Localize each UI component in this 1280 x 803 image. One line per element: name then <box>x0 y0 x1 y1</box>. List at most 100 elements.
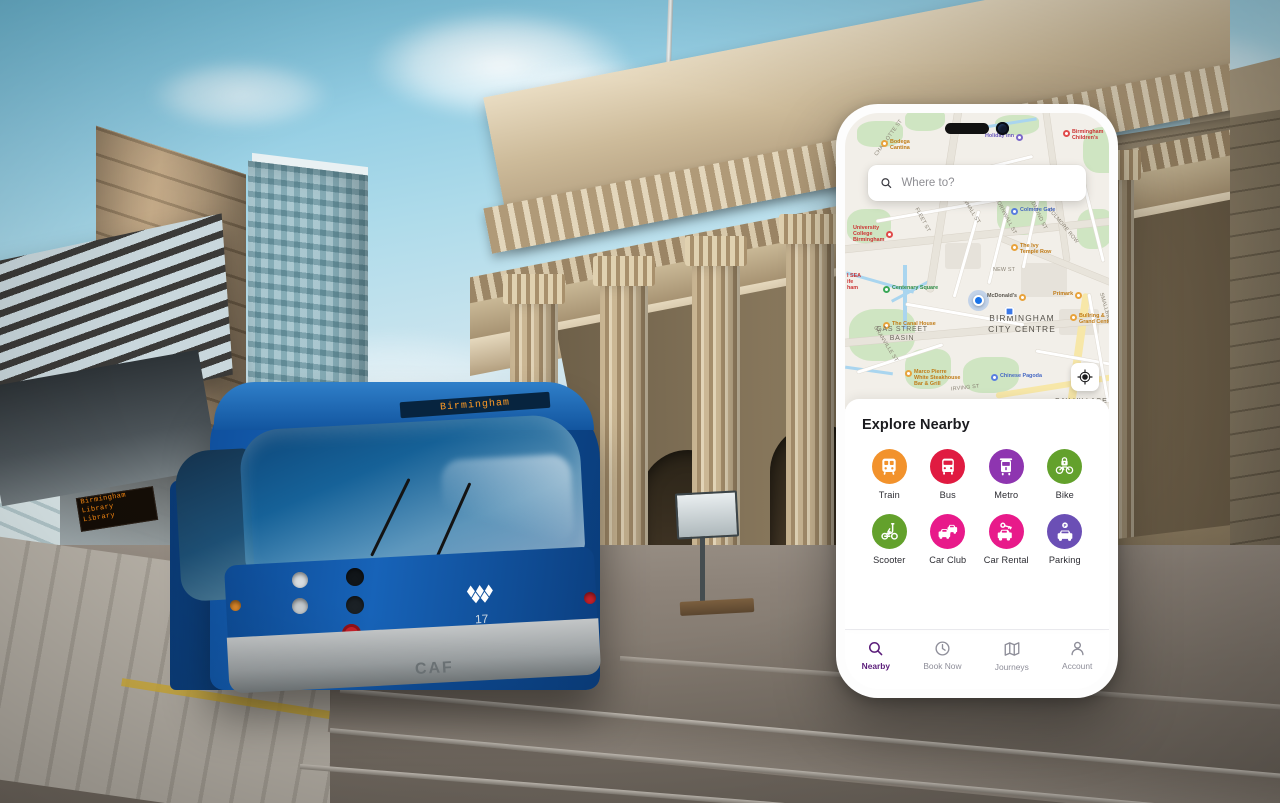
sign-post <box>700 536 705 606</box>
poi-label: Children's <box>1072 135 1099 141</box>
metro-icon <box>1000 457 1013 475</box>
explore-tile-train[interactable]: Train <box>862 449 917 500</box>
poi-label: Centenary Square <box>892 285 939 291</box>
poi-label: Bar & Grill <box>914 381 941 387</box>
front-camera-icon <box>996 122 1009 135</box>
tram-lamp-dark <box>346 596 364 614</box>
map-poi-mcdonalds[interactable]: McDonald's <box>987 293 1027 301</box>
tile-label: Metro <box>994 490 1019 500</box>
explore-tile-bike[interactable]: Bike <box>1038 449 1093 500</box>
poi-label: Grand Centr <box>1079 319 1109 325</box>
map-canal <box>903 265 907 329</box>
parking-icon-circle: P <box>1047 514 1083 549</box>
bus-icon-circle <box>930 449 966 484</box>
tram-headlamp <box>292 598 308 614</box>
speaker-slot-icon <box>945 123 989 134</box>
metro-icon-circle <box>988 449 1024 484</box>
car-club-icon-circle <box>930 514 966 549</box>
nav-item-account[interactable]: Account <box>1062 640 1092 671</box>
explore-tile-metro[interactable]: Metro <box>979 449 1034 500</box>
map-poi-marco-pierre-white[interactable]: Marco Pierre White Steakhouse Bar & Gril… <box>905 369 960 387</box>
map-poi-university-college[interactable]: University College Birmingham <box>853 225 894 243</box>
tile-label: Bus <box>939 490 956 500</box>
bottom-navigation-bar: Nearby Book Now Journeys Account <box>845 629 1109 689</box>
map-city-label: BIRMINGHAM CITY CENTRE <box>967 313 1077 335</box>
map-view[interactable]: CHARLOTTE ST FLEET ST NEWHALL ST CORNWAL… <box>845 113 1109 409</box>
locate-crosshair-icon <box>1077 369 1093 385</box>
map-transit-marker[interactable] <box>1005 307 1014 316</box>
explore-tiles-grid: Train Bus Metro Bike Scooter Car Club Ca… <box>862 449 1092 565</box>
phone-mockup: CHARLOTTE ST FLEET ST NEWHALL ST CORNWAL… <box>836 104 1118 698</box>
tram-vehicle: Birmingham 17 CAF <box>170 360 640 710</box>
west-midlands-logo <box>466 584 493 604</box>
poi-label: Primark <box>1053 291 1074 297</box>
user-location-dot <box>973 295 984 306</box>
explore-tile-car-rental[interactable]: Car Rental <box>979 514 1034 565</box>
poi-label: Chinese Pagoda <box>1000 373 1042 379</box>
tile-label: Bike <box>1055 490 1074 500</box>
car-rental-icon-circle <box>988 514 1024 549</box>
nav-item-nearby[interactable]: Nearby <box>862 640 890 671</box>
area-label-line: BASIN <box>889 335 915 342</box>
explore-tile-car-club[interactable]: Car Club <box>921 514 976 565</box>
map-poi-sea-life[interactable]: I SEA ife ham <box>847 273 861 291</box>
map-poi-bodega-cantina[interactable]: Bodega Cantina <box>881 139 910 151</box>
svg-text:P: P <box>1063 523 1066 528</box>
tram-headlamp <box>292 572 308 588</box>
train-icon <box>882 458 896 475</box>
cloud <box>150 60 330 130</box>
nav-item-journeys[interactable]: Journeys <box>995 640 1029 672</box>
tile-label: Car Rental <box>983 555 1029 565</box>
nav-item-book-now[interactable]: Book Now <box>923 640 962 671</box>
panel-title: Explore Nearby <box>862 417 970 433</box>
bus-icon <box>941 458 954 475</box>
nav-label: Book Now <box>923 661 962 671</box>
tile-label: Scooter <box>873 555 906 565</box>
map-park <box>905 113 945 131</box>
map-poi-centenary-square[interactable]: Centenary Square <box>883 285 938 293</box>
map-poi-colmore-gate[interactable]: Colmore Gate <box>1011 207 1055 215</box>
explore-nearby-panel: Explore Nearby Train Bus Metro Bike Scoo… <box>845 399 1109 629</box>
scooter-icon-circle <box>871 514 907 549</box>
tram-windshield <box>238 413 586 571</box>
tram-manufacturer-mark: CAF <box>414 658 455 679</box>
area-label-line: GAS STREET <box>876 326 928 333</box>
search-bar[interactable] <box>868 165 1086 201</box>
map-poi-primark[interactable]: Primark <box>1053 291 1083 299</box>
map-poi-chinese-pagoda[interactable]: Chinese Pagoda <box>991 373 1042 381</box>
dynamic-island <box>945 122 1009 135</box>
tram-indicator <box>230 600 241 611</box>
car-club-icon <box>938 524 957 539</box>
map-poi-the-ivy[interactable]: The Ivy Temple Row <box>1011 243 1051 255</box>
explore-tile-parking[interactable]: P Parking <box>1038 514 1093 565</box>
scooter-icon <box>881 523 898 540</box>
map-street-label: NEW ST <box>993 267 1016 273</box>
information-board <box>674 490 740 540</box>
tile-label: Parking <box>1048 555 1081 565</box>
poi-label: McDonald's <box>987 293 1018 299</box>
locate-me-button[interactable] <box>1071 363 1099 391</box>
nav-label: Nearby <box>861 661 891 671</box>
poi-label: Cantina <box>890 145 910 151</box>
car-rental-icon <box>998 522 1013 541</box>
city-label-line: CITY CENTRE <box>988 324 1056 334</box>
search-input[interactable] <box>901 177 1074 189</box>
poi-label: Colmore Gate <box>1020 207 1056 213</box>
search-icon <box>881 178 892 189</box>
phone-screen: CHARLOTTE ST FLEET ST NEWHALL ST CORNWAL… <box>845 113 1109 689</box>
tile-label: Train <box>878 490 900 500</box>
parking-icon: P <box>1057 521 1073 541</box>
bike-lock-icon <box>1055 457 1074 474</box>
city-label-line: BIRMINGHAM <box>989 313 1055 323</box>
map-area-gas-street-basin: GAS STREET BASIN <box>865 325 939 343</box>
search-icon <box>869 641 883 656</box>
poi-label: ham <box>847 285 859 291</box>
explore-tile-scooter[interactable]: Scooter <box>862 514 917 565</box>
tile-label: Car Club <box>929 555 967 565</box>
explore-tile-bus[interactable]: Bus <box>921 449 976 500</box>
tram-destination-text: Birmingham <box>439 397 511 413</box>
poi-label: Birmingham <box>853 237 885 243</box>
person-icon <box>1071 641 1084 656</box>
nav-label: Account <box>1062 661 1093 671</box>
map-poi-birmingham-childrens[interactable]: Birmingham Children's <box>1063 129 1103 141</box>
